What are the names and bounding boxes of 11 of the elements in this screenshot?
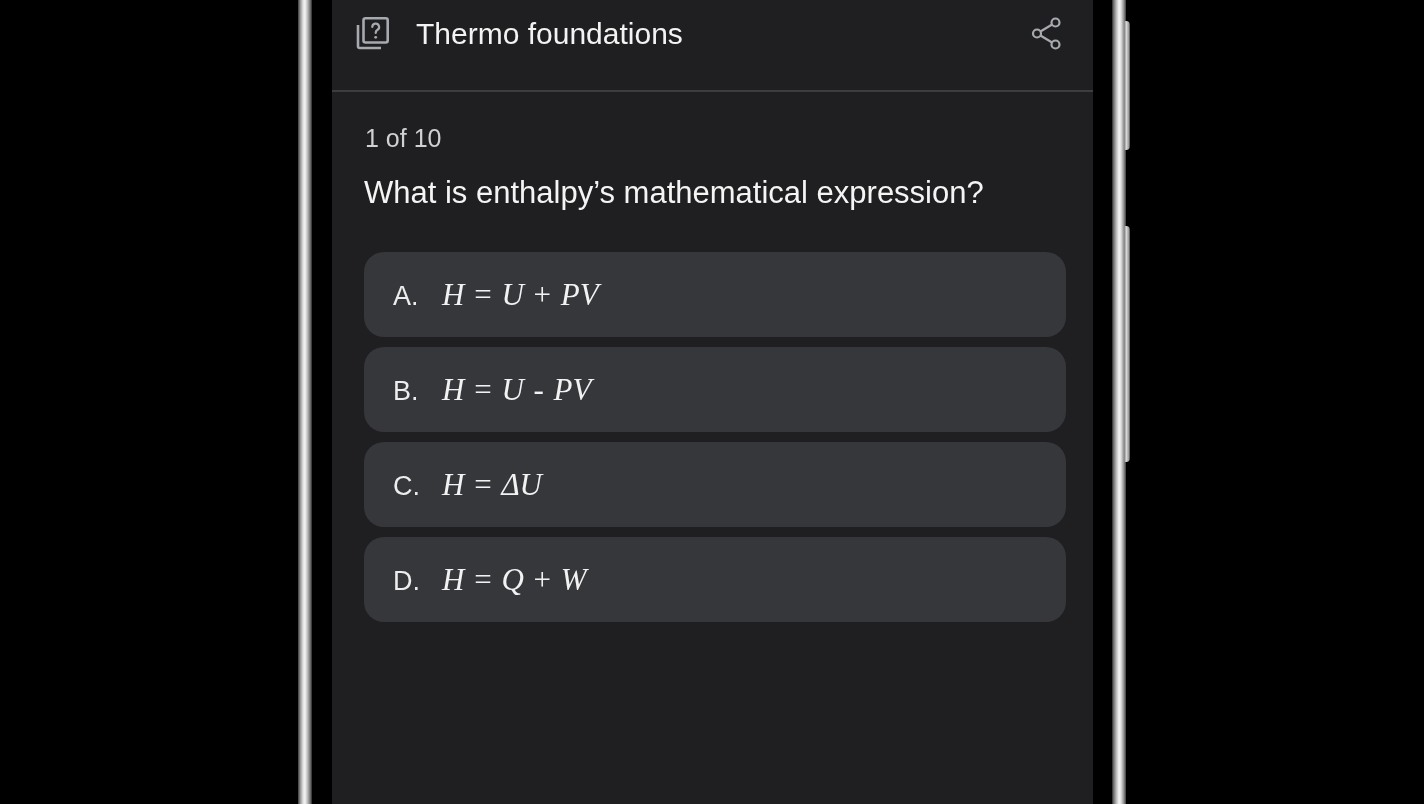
phone-side-button[interactable]	[1124, 21, 1130, 150]
quiz-title: Thermo foundations	[416, 17, 684, 51]
question-square-icon	[356, 17, 389, 50]
question-counter: 1 of 10	[365, 123, 443, 153]
question-text: What is enthalpy’s mathematical expression?	[364, 175, 985, 211]
share-icon[interactable]	[1031, 17, 1062, 50]
answer-option[interactable]: D. H = Q + W	[364, 537, 1066, 622]
answer-option[interactable]: B. H = U - PV	[364, 347, 1066, 432]
answer-option[interactable]: C. H = ΔU	[364, 442, 1066, 527]
phone-side-button[interactable]	[1124, 226, 1130, 462]
answer-option[interactable]: A. H = U + PV	[364, 252, 1066, 337]
